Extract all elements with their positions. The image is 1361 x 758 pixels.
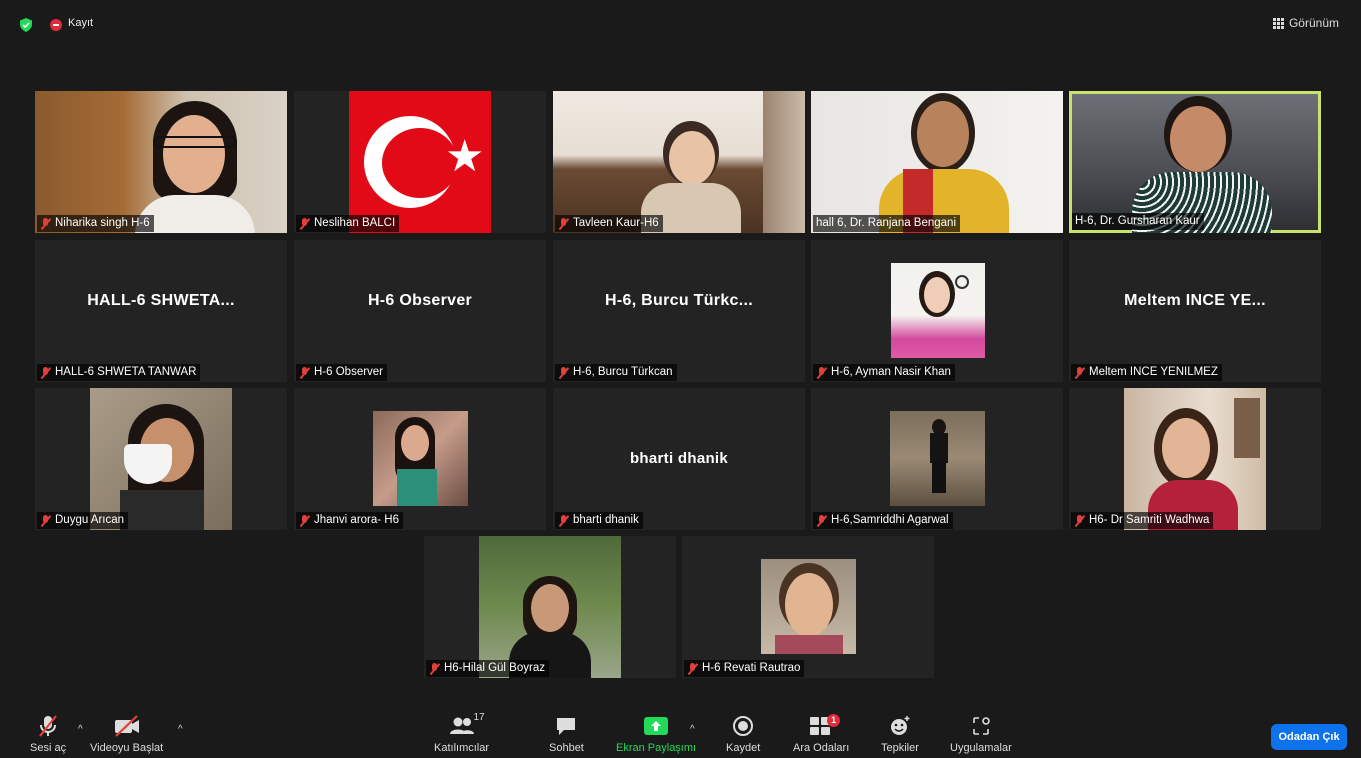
- video-tile-ayman[interactable]: H-6, Ayman Nasir Khan: [811, 240, 1063, 382]
- video-tile-niharika[interactable]: Niharika singh H-6: [35, 91, 287, 233]
- mic-muted-icon: [816, 514, 827, 527]
- apps-button[interactable]: Uygulamalar: [950, 714, 1012, 754]
- video-tile-revati[interactable]: H-6 Revati Rautrao: [682, 536, 934, 678]
- view-label: Görünüm: [1288, 16, 1339, 30]
- recording-label: Kayıt: [68, 17, 94, 29]
- apps-icon: [973, 717, 990, 735]
- reactions-button[interactable]: Tepkiler: [881, 714, 919, 754]
- video-tile-meltem[interactable]: Meltem INCE YE... Meltem INCE YENILMEZ: [1069, 240, 1321, 382]
- participant-name-tag: H-6, Burcu Türkcan: [555, 364, 677, 381]
- participant-avatar: [479, 536, 621, 678]
- participant-name-tag: Jhanvi arora- H6: [296, 512, 404, 529]
- participant-avatar: [373, 411, 468, 506]
- video-tile-jhanvi[interactable]: Jhanvi arora- H6: [294, 388, 546, 530]
- top-bar: Kayıt Görünüm: [0, 0, 1361, 50]
- mic-muted-icon: [40, 514, 51, 527]
- participant-name-tag: H6- Dr Samriti Wadhwa: [1071, 512, 1214, 529]
- share-screen-button[interactable]: Ekran Paylaşımı: [616, 714, 696, 754]
- mic-muted-icon: [299, 366, 310, 379]
- shield-check-icon[interactable]: [19, 18, 33, 32]
- microphone-muted-icon: [39, 715, 57, 737]
- participant-display-name: HALL-6 SHWETA...: [87, 292, 235, 309]
- recording-icon: [50, 19, 62, 31]
- participant-name-tag: Niharika singh H-6: [37, 215, 154, 232]
- video-camera-off-icon: [114, 715, 139, 737]
- mic-muted-icon: [429, 662, 440, 675]
- video-options-chevron-icon[interactable]: ^: [178, 724, 183, 735]
- mic-muted-icon: [1074, 366, 1085, 379]
- participant-avatar: [761, 559, 856, 654]
- participant-display-name: H-6, Burcu Türkc...: [605, 292, 753, 309]
- participants-button[interactable]: 17 Katılımcılar: [434, 712, 489, 754]
- record-icon: [733, 716, 754, 736]
- participants-count: 17: [473, 712, 485, 723]
- share-options-chevron-icon[interactable]: ^: [690, 724, 695, 735]
- meeting-toolbar: Sesi aç ^ Videoyu Başlat ^ 17 Katılımcıl…: [0, 710, 1361, 758]
- participant-avatar: [891, 263, 985, 358]
- participant-video: [811, 91, 1063, 233]
- participant-name-tag: Duygu Arıcan: [37, 512, 129, 529]
- video-tile-neslihan[interactable]: ★ Neslihan BALCI: [294, 91, 546, 233]
- video-tile-samriddhi[interactable]: H-6,Samriddhi Agarwal: [811, 388, 1063, 530]
- reaction-smiley-icon: [890, 716, 910, 735]
- participants-icon: [449, 717, 474, 734]
- participant-display-name: bharti dhanik: [629, 450, 729, 467]
- participant-name-tag: H-6,Samriddhi Agarwal: [813, 512, 953, 529]
- chat-button[interactable]: Sohbet: [549, 714, 584, 754]
- video-tile-bharti[interactable]: bharti dhanik bharti dhanik: [553, 388, 805, 530]
- turkish-flag-avatar: ★: [349, 91, 491, 233]
- participant-name-tag: Neslihan BALCI: [296, 215, 400, 232]
- participant-display-name: Meltem INCE YE...: [1124, 292, 1266, 309]
- participant-name-tag: HALL-6 SHWETA TANWAR: [37, 364, 201, 381]
- participant-avatar: [90, 388, 232, 530]
- video-tile-shweta[interactable]: HALL-6 SHWETA... HALL-6 SHWETA TANWAR: [35, 240, 287, 382]
- mic-muted-icon: [299, 217, 310, 230]
- mic-muted-icon: [299, 514, 310, 527]
- grid-view-icon: [1272, 17, 1284, 29]
- chat-bubble-icon: [557, 718, 576, 735]
- participant-display-name: H-6 Observer: [367, 292, 473, 309]
- participant-avatar: [890, 411, 985, 506]
- video-tile-hilal[interactable]: H6-Hilal Gül Boyraz: [424, 536, 676, 678]
- video-tile-duygu[interactable]: Duygu Arıcan: [35, 388, 287, 530]
- video-tile-burcu[interactable]: H-6, Burcu Türkc... H-6, Burcu Türkcan: [553, 240, 805, 382]
- participant-avatar: [1124, 388, 1266, 530]
- mic-muted-icon: [40, 366, 51, 379]
- video-tile-ranjana[interactable]: hall 6, Dr. Ranjana Bengani: [811, 91, 1063, 233]
- start-video-button[interactable]: Videoyu Başlat: [90, 714, 163, 754]
- leave-room-button[interactable]: Odadan Çık: [1271, 724, 1347, 750]
- participant-name-tag: Meltem INCE YENILMEZ: [1071, 364, 1222, 381]
- video-tile-gursharan-active-speaker[interactable]: H-6, Dr. Gursharan Kaur: [1069, 91, 1321, 233]
- unmute-button[interactable]: Sesi aç: [30, 714, 66, 754]
- mic-muted-icon: [816, 366, 827, 379]
- breakout-rooms-button[interactable]: 1 Ara Odaları: [793, 714, 849, 754]
- participant-name-tag: bharti dhanik: [555, 512, 643, 529]
- record-button[interactable]: Kaydet: [726, 714, 760, 754]
- mic-muted-icon: [558, 366, 569, 379]
- video-tile-samriti[interactable]: H6- Dr Samriti Wadhwa: [1069, 388, 1321, 530]
- participant-name-tag: Tavleen Kaur-H6: [555, 215, 663, 232]
- mic-muted-icon: [1074, 514, 1085, 527]
- mic-muted-icon: [558, 514, 569, 527]
- participant-name-tag: H-6, Ayman Nasir Khan: [813, 364, 955, 381]
- audio-options-chevron-icon[interactable]: ^: [78, 724, 83, 735]
- participant-video: [1072, 94, 1318, 233]
- participant-video: [553, 91, 805, 233]
- participant-name-tag: H6-Hilal Gül Boyraz: [426, 660, 549, 677]
- breakout-notification-badge: 1: [827, 714, 841, 727]
- mic-muted-icon: [687, 662, 698, 675]
- participant-name-tag: H-6 Observer: [296, 364, 388, 381]
- star-icon: ★: [445, 132, 485, 181]
- participant-video: [35, 91, 287, 233]
- video-tile-observer[interactable]: H-6 Observer H-6 Observer: [294, 240, 546, 382]
- participant-name-tag: hall 6, Dr. Ranjana Bengani: [813, 215, 961, 232]
- video-tile-tavleen[interactable]: Tavleen Kaur-H6: [553, 91, 805, 233]
- view-button[interactable]: Görünüm: [1272, 16, 1339, 30]
- mic-muted-icon: [558, 217, 569, 230]
- mic-muted-icon: [40, 217, 51, 230]
- participant-name-tag: H-6 Revati Rautrao: [684, 660, 805, 677]
- share-screen-icon: [644, 717, 669, 735]
- participant-name-tag: H-6, Dr. Gursharan Kaur: [1072, 213, 1204, 230]
